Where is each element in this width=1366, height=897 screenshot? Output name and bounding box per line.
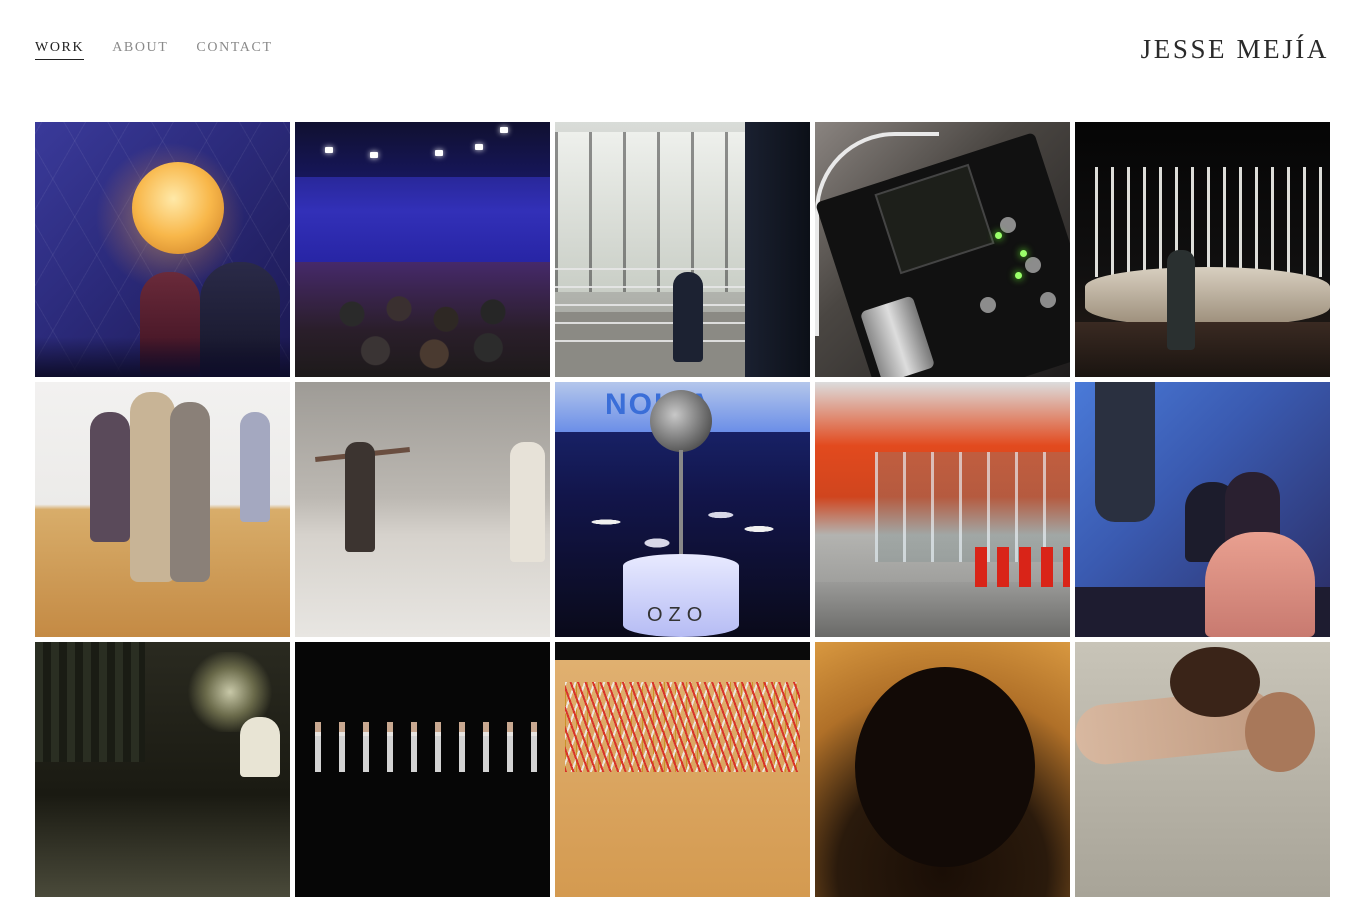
nav-contact-link[interactable]: CONTACT bbox=[196, 40, 272, 60]
gallery-tile-stage-performers[interactable] bbox=[295, 642, 550, 897]
gallery-tile-dome-sphere[interactable] bbox=[35, 122, 290, 377]
tile-image: NOKIA OZO bbox=[555, 382, 810, 637]
gallery-tile-dark-interior[interactable] bbox=[35, 642, 290, 897]
site-title[interactable]: JESSE MEJÍA bbox=[1141, 33, 1329, 65]
gallery-tile-dancer-motion[interactable] bbox=[1075, 642, 1330, 897]
gallery-tile-dancers-wood[interactable] bbox=[35, 382, 290, 637]
tile-image bbox=[35, 122, 290, 377]
gallery-tile-ozo-camera[interactable]: NOKIA OZO bbox=[555, 382, 810, 637]
tile-image bbox=[555, 642, 810, 897]
tile-image bbox=[555, 122, 810, 377]
main-nav: WORK ABOUT CONTACT bbox=[35, 40, 273, 60]
tile-image bbox=[35, 642, 290, 897]
tile-image bbox=[295, 642, 550, 897]
tile-image bbox=[1075, 382, 1330, 637]
gallery-tile-wires[interactable] bbox=[555, 642, 810, 897]
camera-icon bbox=[650, 390, 712, 452]
tile-image bbox=[35, 382, 290, 637]
work-gallery: NOKIA OZO bbox=[35, 122, 1331, 897]
tile-image bbox=[1075, 122, 1330, 377]
tile-image bbox=[295, 122, 550, 377]
gallery-tile-silhouette[interactable] bbox=[815, 642, 1070, 897]
tile-image bbox=[815, 382, 1070, 637]
site-header: WORK ABOUT CONTACT JESSE MEJÍA bbox=[0, 0, 1366, 100]
gallery-tile-glass-lobby[interactable] bbox=[555, 122, 810, 377]
tile-image bbox=[815, 642, 1070, 897]
tile-image bbox=[815, 122, 1070, 377]
nav-work-link[interactable]: WORK bbox=[35, 40, 85, 60]
gallery-tile-blue-stage[interactable] bbox=[295, 122, 550, 377]
gallery-tile-dancers-grey[interactable] bbox=[295, 382, 550, 637]
tile-image bbox=[1075, 642, 1330, 897]
tile-image bbox=[295, 382, 550, 637]
nav-about-link[interactable]: ABOUT bbox=[112, 40, 168, 60]
ozo-pedestal-text: OZO bbox=[647, 604, 709, 626]
gallery-tile-circuit-board[interactable] bbox=[815, 122, 1070, 377]
gallery-tile-night-installation[interactable] bbox=[1075, 122, 1330, 377]
gallery-tile-seated-group[interactable] bbox=[1075, 382, 1330, 637]
gallery-tile-red-lobby[interactable] bbox=[815, 382, 1070, 637]
